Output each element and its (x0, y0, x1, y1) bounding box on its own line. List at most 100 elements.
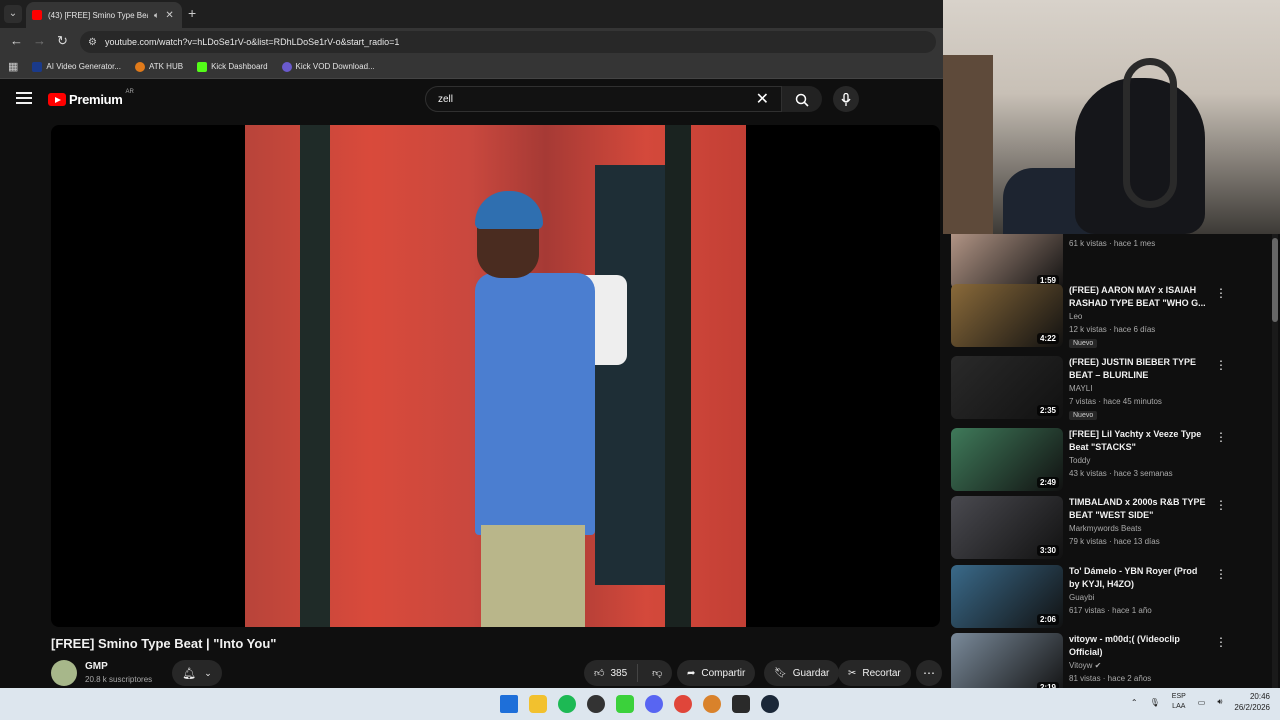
channel-avatar[interactable] (51, 660, 77, 686)
voice-search-button[interactable] (833, 86, 859, 112)
more-vertical-icon[interactable]: ⋮ (1215, 635, 1227, 649)
dislike-button[interactable]: 👎︎ (644, 667, 670, 679)
apps-grid-icon[interactable]: ▦ (8, 60, 18, 73)
orange-app-icon[interactable] (703, 695, 721, 713)
new-tab-button[interactable]: + (188, 5, 196, 21)
forward-arrow-icon[interactable]: → (33, 33, 46, 48)
more-vertical-icon[interactable]: ⋮ (1215, 498, 1227, 512)
youtube-premium-logo[interactable]: Premium AR (48, 89, 134, 107)
discord-icon[interactable] (645, 695, 663, 713)
video-duration: 2:49 (1036, 477, 1059, 488)
tab-search-button[interactable]: ⌄ (4, 5, 22, 23)
search-button[interactable] (782, 86, 822, 112)
steam-icon[interactable] (761, 695, 779, 713)
video-thumbnail[interactable]: 3:30 (951, 496, 1063, 559)
bookmark-kick-dashboard[interactable]: Kick Dashboard (197, 61, 268, 72)
video-duration: 2:35 (1036, 405, 1059, 416)
spotify-icon[interactable] (558, 695, 576, 713)
recommendation-title[interactable]: To' Dámelo - YBN Royer (Prod by KYJI, H4… (1069, 565, 1209, 591)
language-indicator[interactable]: ESP LAA (1172, 692, 1186, 712)
save-button[interactable]: 🔖︎ Guardar (764, 660, 840, 686)
browser-tab[interactable]: (43) [FREE] Smino Type Beat 🔈︎ ✕ (26, 2, 182, 28)
recommendation-channel[interactable]: Markmywords Beats (1069, 524, 1141, 533)
recommendation-title[interactable]: (FREE) AARON MAY x ISAIAH RASHAD TYPE BE… (1069, 284, 1209, 310)
video-frame-image (245, 125, 746, 627)
recommendation-channel[interactable]: Vitoyw ✔ (1069, 661, 1101, 670)
bookmark-label: AI Video Generator... (46, 62, 121, 71)
green-app-icon[interactable] (616, 695, 634, 713)
app-red-dot-icon[interactable] (587, 695, 605, 713)
recommendation-channel[interactable]: Guaybi (1069, 593, 1094, 602)
video-thumbnail[interactable]: 2:35 (951, 356, 1063, 419)
like-button[interactable]: 👍︎ 385 (584, 664, 639, 682)
clock[interactable]: 20:46 26/2/2026 (1234, 691, 1270, 713)
more-vertical-icon[interactable]: ⋮ (1215, 358, 1227, 372)
recommendation-channel[interactable]: MAYLI (1069, 384, 1092, 393)
recommendation-meta: 81 vistas · hace 2 años (1069, 674, 1152, 683)
bookmark-kick-vod[interactable]: Kick VOD Download... (281, 61, 375, 72)
scrollbar[interactable] (1272, 234, 1278, 688)
bell-icon: 🔔︎ (182, 667, 197, 680)
verified-icon: ✔ (1094, 661, 1102, 670)
recommendation-meta: 12 k vistas · hace 6 días (1069, 325, 1156, 334)
recommendation-title[interactable]: [FREE] Lil Yachty x Veeze Type Beat "STA… (1069, 428, 1209, 454)
chrome-icon[interactable] (674, 695, 692, 713)
speaker-icon[interactable]: 🔈︎ (154, 10, 159, 21)
recommendation-title[interactable]: TIMBALAND x 2000s R&B TYPE BEAT "WEST SI… (1069, 496, 1209, 522)
clear-search-icon[interactable]: ✕ (756, 89, 769, 109)
video-scenery (481, 525, 585, 627)
recommendation-item[interactable]: 4:22 (FREE) AARON MAY x ISAIAH RASHAD TYP… (951, 284, 1271, 348)
video-thumbnail[interactable]: 2:19 (951, 633, 1063, 688)
webcam-scenery (943, 55, 993, 234)
youtube-favicon-icon (32, 10, 42, 20)
more-actions-button[interactable]: ⋯ (916, 660, 942, 686)
back-arrow-icon[interactable]: ← (10, 33, 23, 48)
volume-icon[interactable]: 🔊︎ (1217, 697, 1222, 707)
recommendation-channel[interactable]: Toddy (1069, 456, 1090, 465)
menu-icon[interactable] (16, 92, 32, 104)
recommendation-title[interactable]: (FREE) JUSTIN BIEBER TYPE BEAT – BLURLIN… (1069, 356, 1209, 382)
close-tab-icon[interactable]: ✕ (165, 10, 173, 21)
address-bar[interactable]: ⚙︎ youtube.com/watch?v=hLDoSe1rV-o&list=… (80, 31, 936, 53)
recommendation-title[interactable]: vitoyw - m00d;( (Videoclip Official) (1069, 633, 1209, 659)
share-button[interactable]: ➦ Compartir (677, 660, 756, 686)
clip-button[interactable]: ✂ Recortar (838, 660, 911, 686)
scrollbar-thumb[interactable] (1272, 238, 1278, 322)
chevron-down-icon: ⌄ (204, 667, 212, 678)
recommendation-item[interactable]: 3:30 TIMBALAND x 2000s R&B TYPE BEAT "WES… (951, 496, 1271, 560)
like-dislike-group: 👍︎ 385 👎︎ (584, 660, 672, 686)
more-vertical-icon[interactable]: ⋮ (1215, 286, 1227, 300)
webcam-overlay (943, 0, 1280, 234)
recommendation-item[interactable]: 2:06 To' Dámelo - YBN Royer (Prod by KYJI… (951, 565, 1271, 629)
video-thumbnail[interactable]: 2:49 (951, 428, 1063, 491)
thumbs-up-icon: 👍︎ (594, 668, 605, 679)
channel-name[interactable]: GMP (85, 661, 108, 672)
monitor-icon[interactable]: ▭ (1198, 698, 1206, 707)
recommendation-item[interactable]: 2:35 (FREE) JUSTIN BIEBER TYPE BEAT – BLU… (951, 356, 1271, 420)
recommendation-item[interactable]: 1:59 ISMA ✔ 61 k vistas · hace 1 mes (951, 234, 1271, 290)
more-vertical-icon[interactable]: ⋮ (1215, 430, 1227, 444)
video-thumbnail[interactable]: 4:22 (951, 284, 1063, 347)
search-input[interactable]: zell ✕ (425, 86, 782, 112)
clip-label: Recortar (862, 667, 901, 679)
site-info-icon[interactable]: ⚙︎ (88, 37, 97, 48)
recommendation-channel[interactable]: Leo (1069, 312, 1082, 321)
recommendation-item[interactable]: 2:19 vitoyw - m00d;( (Videoclip Official)… (951, 633, 1271, 688)
bookmark-label: ATK HUB (148, 62, 184, 71)
video-thumbnail[interactable]: 1:59 (951, 234, 1063, 289)
video-thumbnail[interactable]: 2:06 (951, 565, 1063, 628)
microphone-icon[interactable]: 🎙︎ (1150, 698, 1160, 707)
bookmark-ai-video[interactable]: AI Video Generator... (32, 61, 121, 72)
notifications-button[interactable]: 🔔︎ ⌄ (172, 660, 222, 686)
file-explorer-icon[interactable] (529, 695, 547, 713)
windows-start-icon[interactable] (500, 695, 518, 713)
video-player[interactable] (51, 125, 940, 627)
chevron-up-icon[interactable]: ⌃ (1131, 698, 1138, 707)
reload-icon[interactable]: ↻ (57, 33, 68, 49)
recommendation-item[interactable]: 2:49 [FREE] Lil Yachty x Veeze Type Beat … (951, 428, 1271, 492)
epic-games-icon[interactable] (732, 695, 750, 713)
clock-time: 20:46 (1249, 692, 1270, 701)
bookmark-atk-hub[interactable]: ATK HUB (134, 61, 184, 72)
recommendation-channel[interactable]: ISMA ✔ (1069, 234, 1097, 235)
more-vertical-icon[interactable]: ⋮ (1215, 567, 1227, 581)
